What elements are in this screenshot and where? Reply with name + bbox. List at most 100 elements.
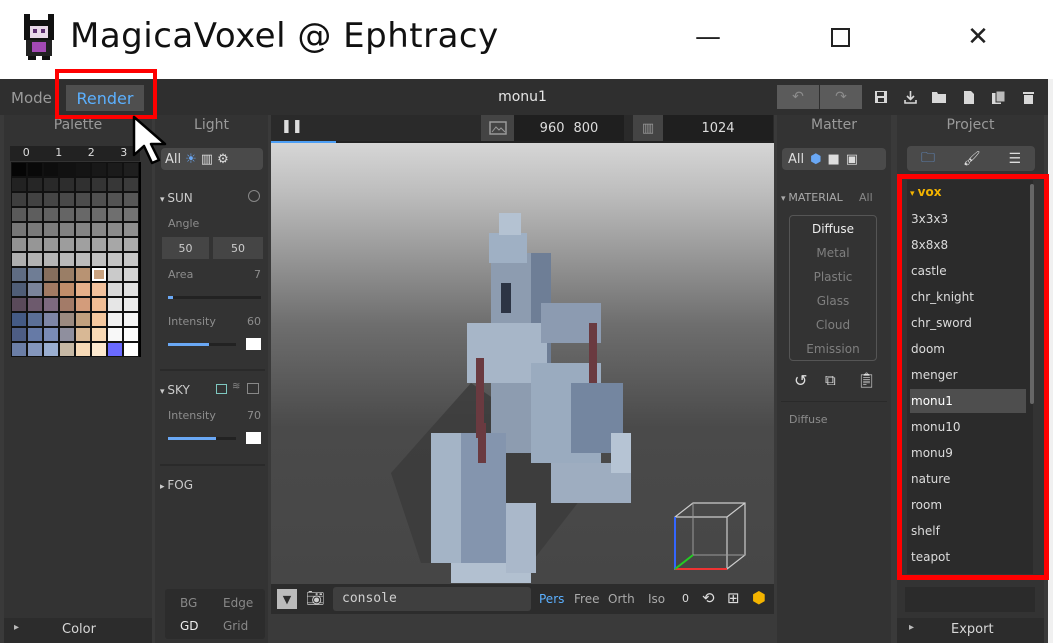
palette-swatch[interactable] — [27, 342, 43, 357]
palette-swatch[interactable] — [123, 297, 139, 312]
palette-swatch[interactable] — [75, 162, 91, 177]
palette-swatch[interactable] — [91, 297, 107, 312]
grid-toggle[interactable]: Grid — [223, 619, 248, 633]
palette-swatch[interactable] — [91, 177, 107, 192]
project-scrollbar[interactable] — [1030, 184, 1034, 404]
palette-swatch[interactable] — [75, 192, 91, 207]
download-button[interactable] — [900, 87, 920, 107]
project-item[interactable]: 8x8x8 — [910, 233, 1026, 257]
palette-swatch[interactable] — [107, 312, 123, 327]
camera-icon[interactable]: 📷︎ — [306, 589, 325, 607]
palette-swatch[interactable] — [75, 312, 91, 327]
material-glass[interactable]: Glass — [789, 289, 877, 313]
palette-swatch[interactable] — [91, 327, 107, 342]
palette-swatch[interactable] — [27, 207, 43, 222]
palette-swatch[interactable] — [11, 342, 27, 357]
video-icon[interactable]: ■ — [827, 152, 839, 167]
project-item[interactable]: chr_sword — [910, 311, 1026, 335]
save-button[interactable] — [871, 87, 891, 107]
palette-swatch[interactable] — [59, 282, 75, 297]
palette-swatch[interactable] — [27, 192, 43, 207]
palette-swatch[interactable] — [107, 342, 123, 357]
render-viewport[interactable] — [271, 143, 774, 643]
palette-swatch[interactable] — [123, 312, 139, 327]
palette-swatch[interactable] — [11, 177, 27, 192]
palette-swatch[interactable] — [43, 282, 59, 297]
sky-intensity-slider[interactable] — [168, 437, 236, 440]
palette-swatch[interactable] — [43, 237, 59, 252]
palette-swatch[interactable] — [107, 252, 123, 267]
camera-mode-iso[interactable]: Iso — [648, 592, 665, 606]
palette-swatch[interactable] — [11, 327, 27, 342]
palette-swatch[interactable] — [11, 282, 27, 297]
palette-swatch[interactable] — [123, 222, 139, 237]
material-header[interactable]: ▾ MATERIAL — [781, 191, 843, 204]
palette-swatch[interactable] — [11, 312, 27, 327]
palette-swatch[interactable] — [27, 237, 43, 252]
palette-swatch[interactable] — [43, 327, 59, 342]
matter-tab-all[interactable]: All — [788, 152, 804, 167]
pause-icon[interactable]: ❚❚ — [281, 119, 303, 134]
sky-section-header[interactable]: ▾ SKY — [160, 383, 190, 397]
project-item[interactable]: doom — [910, 337, 1026, 361]
reset-icon[interactable]: ↺ — [794, 371, 807, 390]
sun-toggle-icon[interactable] — [248, 190, 260, 202]
close-button[interactable]: ✕ — [958, 20, 998, 54]
palette-swatch[interactable] — [91, 252, 107, 267]
palette-swatch[interactable] — [91, 192, 107, 207]
palette-swatch[interactable] — [123, 177, 139, 192]
sun-icon[interactable]: ☀ — [185, 152, 197, 167]
palette-swatch[interactable] — [75, 237, 91, 252]
image-size-button[interactable] — [481, 115, 514, 141]
palette-swatch[interactable] — [107, 282, 123, 297]
sun-section-header[interactable]: ▾ SUN — [160, 191, 193, 205]
angle-field-2[interactable]: 50 — [213, 237, 263, 259]
palette-swatch[interactable] — [91, 162, 107, 177]
palette-swatch[interactable] — [75, 342, 91, 357]
project-item-selected[interactable]: monu1 — [910, 389, 1026, 413]
palette-swatch[interactable] — [11, 297, 27, 312]
camera-mode-orth[interactable]: Orth — [608, 592, 635, 606]
palette-swatch[interactable] — [123, 252, 139, 267]
render-size-field[interactable]: 960 800 — [514, 115, 624, 141]
palette-swatch[interactable] — [43, 162, 59, 177]
palette-swatch[interactable] — [59, 252, 75, 267]
expand-arrow-icon[interactable]: ▸ — [14, 622, 19, 633]
material-plastic[interactable]: Plastic — [789, 265, 877, 289]
palette-swatch[interactable] — [11, 237, 27, 252]
palette-swatch[interactable] — [107, 327, 123, 342]
palette-swatch[interactable] — [59, 177, 75, 192]
gear-icon[interactable]: ⚙ — [217, 152, 229, 167]
palette-swatch[interactable] — [43, 192, 59, 207]
palette-swatch[interactable] — [107, 192, 123, 207]
project-item[interactable]: castle — [910, 259, 1026, 283]
palette-swatch[interactable] — [107, 177, 123, 192]
image-icon[interactable]: ▣ — [846, 152, 858, 167]
maximize-button[interactable] — [820, 20, 860, 54]
palette-swatch[interactable] — [27, 327, 43, 342]
project-item[interactable]: room — [910, 493, 1026, 517]
palette-swatch[interactable] — [123, 192, 139, 207]
palette-swatch[interactable] — [59, 327, 75, 342]
palette-swatch[interactable] — [59, 237, 75, 252]
palette-swatch[interactable] — [43, 207, 59, 222]
palette-swatch[interactable] — [75, 252, 91, 267]
palette-swatch[interactable] — [43, 267, 59, 282]
render-mode-button[interactable]: Render — [66, 85, 144, 111]
new-file-button[interactable] — [959, 87, 979, 107]
palette-swatch[interactable] — [91, 207, 107, 222]
paste-icon[interactable]: 📋︎ — [857, 371, 876, 389]
palette-swatch[interactable] — [91, 312, 107, 327]
histogram-icon[interactable]: ▥ — [633, 115, 663, 141]
palette-swatch[interactable] — [75, 297, 91, 312]
list-icon[interactable]: ☰ — [1008, 151, 1021, 167]
project-input[interactable] — [905, 587, 1035, 612]
palette-swatch[interactable] — [59, 222, 75, 237]
folder-vox[interactable]: ▾ vox — [910, 185, 941, 199]
palette-swatch[interactable] — [27, 282, 43, 297]
palette-swatch[interactable] — [107, 297, 123, 312]
palette-swatch[interactable] — [43, 222, 59, 237]
cube-icon[interactable]: ⬢ — [810, 152, 821, 167]
palette-swatch[interactable] — [75, 267, 91, 282]
palette-page-0[interactable]: 0 — [10, 146, 43, 161]
